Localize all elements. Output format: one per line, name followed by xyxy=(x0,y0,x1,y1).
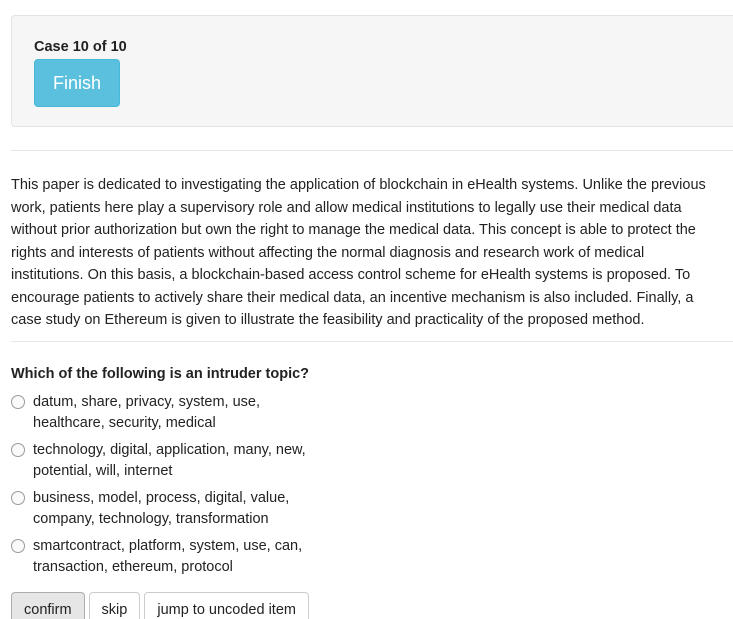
abstract-line: This paper is dedicated to investigating… xyxy=(11,177,706,193)
option-label: business, model, process, digital, value… xyxy=(33,488,333,530)
option-line: datum, share, privacy, system, use, xyxy=(33,394,260,410)
option-1[interactable]: datum, share, privacy, system, use, heal… xyxy=(11,392,341,440)
coding-page: Case 10 of 10 Finish This paper is dedic… xyxy=(0,0,733,619)
radio-button[interactable] xyxy=(11,443,25,457)
option-line: smartcontract, platform, system, use, ca… xyxy=(33,538,303,554)
divider-top xyxy=(11,150,733,151)
abstract-line: encourage patients to actively share the… xyxy=(11,289,694,306)
option-line: company, technology, transformation xyxy=(33,511,269,527)
abstract-line: rights and interests of patients without… xyxy=(11,244,645,261)
abstract-text: This paper is dedicated to investigating… xyxy=(11,174,733,332)
radio-button[interactable] xyxy=(11,491,25,505)
action-buttons: confirm skip jump to uncoded item xyxy=(11,592,309,619)
radio-button[interactable] xyxy=(11,395,25,409)
option-label: smartcontract, platform, system, use, ca… xyxy=(33,536,333,578)
case-counter: Case 10 of 10 xyxy=(34,39,127,55)
abstract-line: without prior authorization but own the … xyxy=(11,222,696,238)
abstract-line: work, patients here play a supervisory r… xyxy=(11,199,682,216)
option-line: technology, digital, application, many, … xyxy=(33,442,306,458)
question-text: Which of the following is an intruder to… xyxy=(11,366,310,382)
confirm-button[interactable]: confirm xyxy=(11,592,85,619)
answer-options: datum, share, privacy, system, use, heal… xyxy=(11,392,341,584)
skip-button[interactable]: skip xyxy=(88,592,141,619)
option-line: business, model, process, digital, value… xyxy=(33,490,290,506)
abstract-line: case study on Ethereum is given to illus… xyxy=(11,312,645,328)
option-label: datum, share, privacy, system, use, heal… xyxy=(33,392,333,434)
case-panel: Case 10 of 10 Finish xyxy=(11,15,733,127)
divider-middle xyxy=(11,341,733,342)
option-line: potential, will, internet xyxy=(33,463,173,479)
option-2[interactable]: technology, digital, application, many, … xyxy=(11,440,341,488)
radio-button[interactable] xyxy=(11,539,25,553)
abstract-line: institutions. On this basis, a blockchai… xyxy=(11,267,691,283)
option-4[interactable]: smartcontract, platform, system, use, ca… xyxy=(11,536,341,584)
option-line: healthcare, security, medical xyxy=(33,415,216,431)
option-3[interactable]: business, model, process, digital, value… xyxy=(11,488,341,536)
finish-button[interactable]: Finish xyxy=(34,59,120,107)
jump-to-uncoded-button[interactable]: jump to uncoded item xyxy=(144,592,309,619)
option-label: technology, digital, application, many, … xyxy=(33,440,333,482)
option-line: transaction, ethereum, protocol xyxy=(33,559,233,575)
